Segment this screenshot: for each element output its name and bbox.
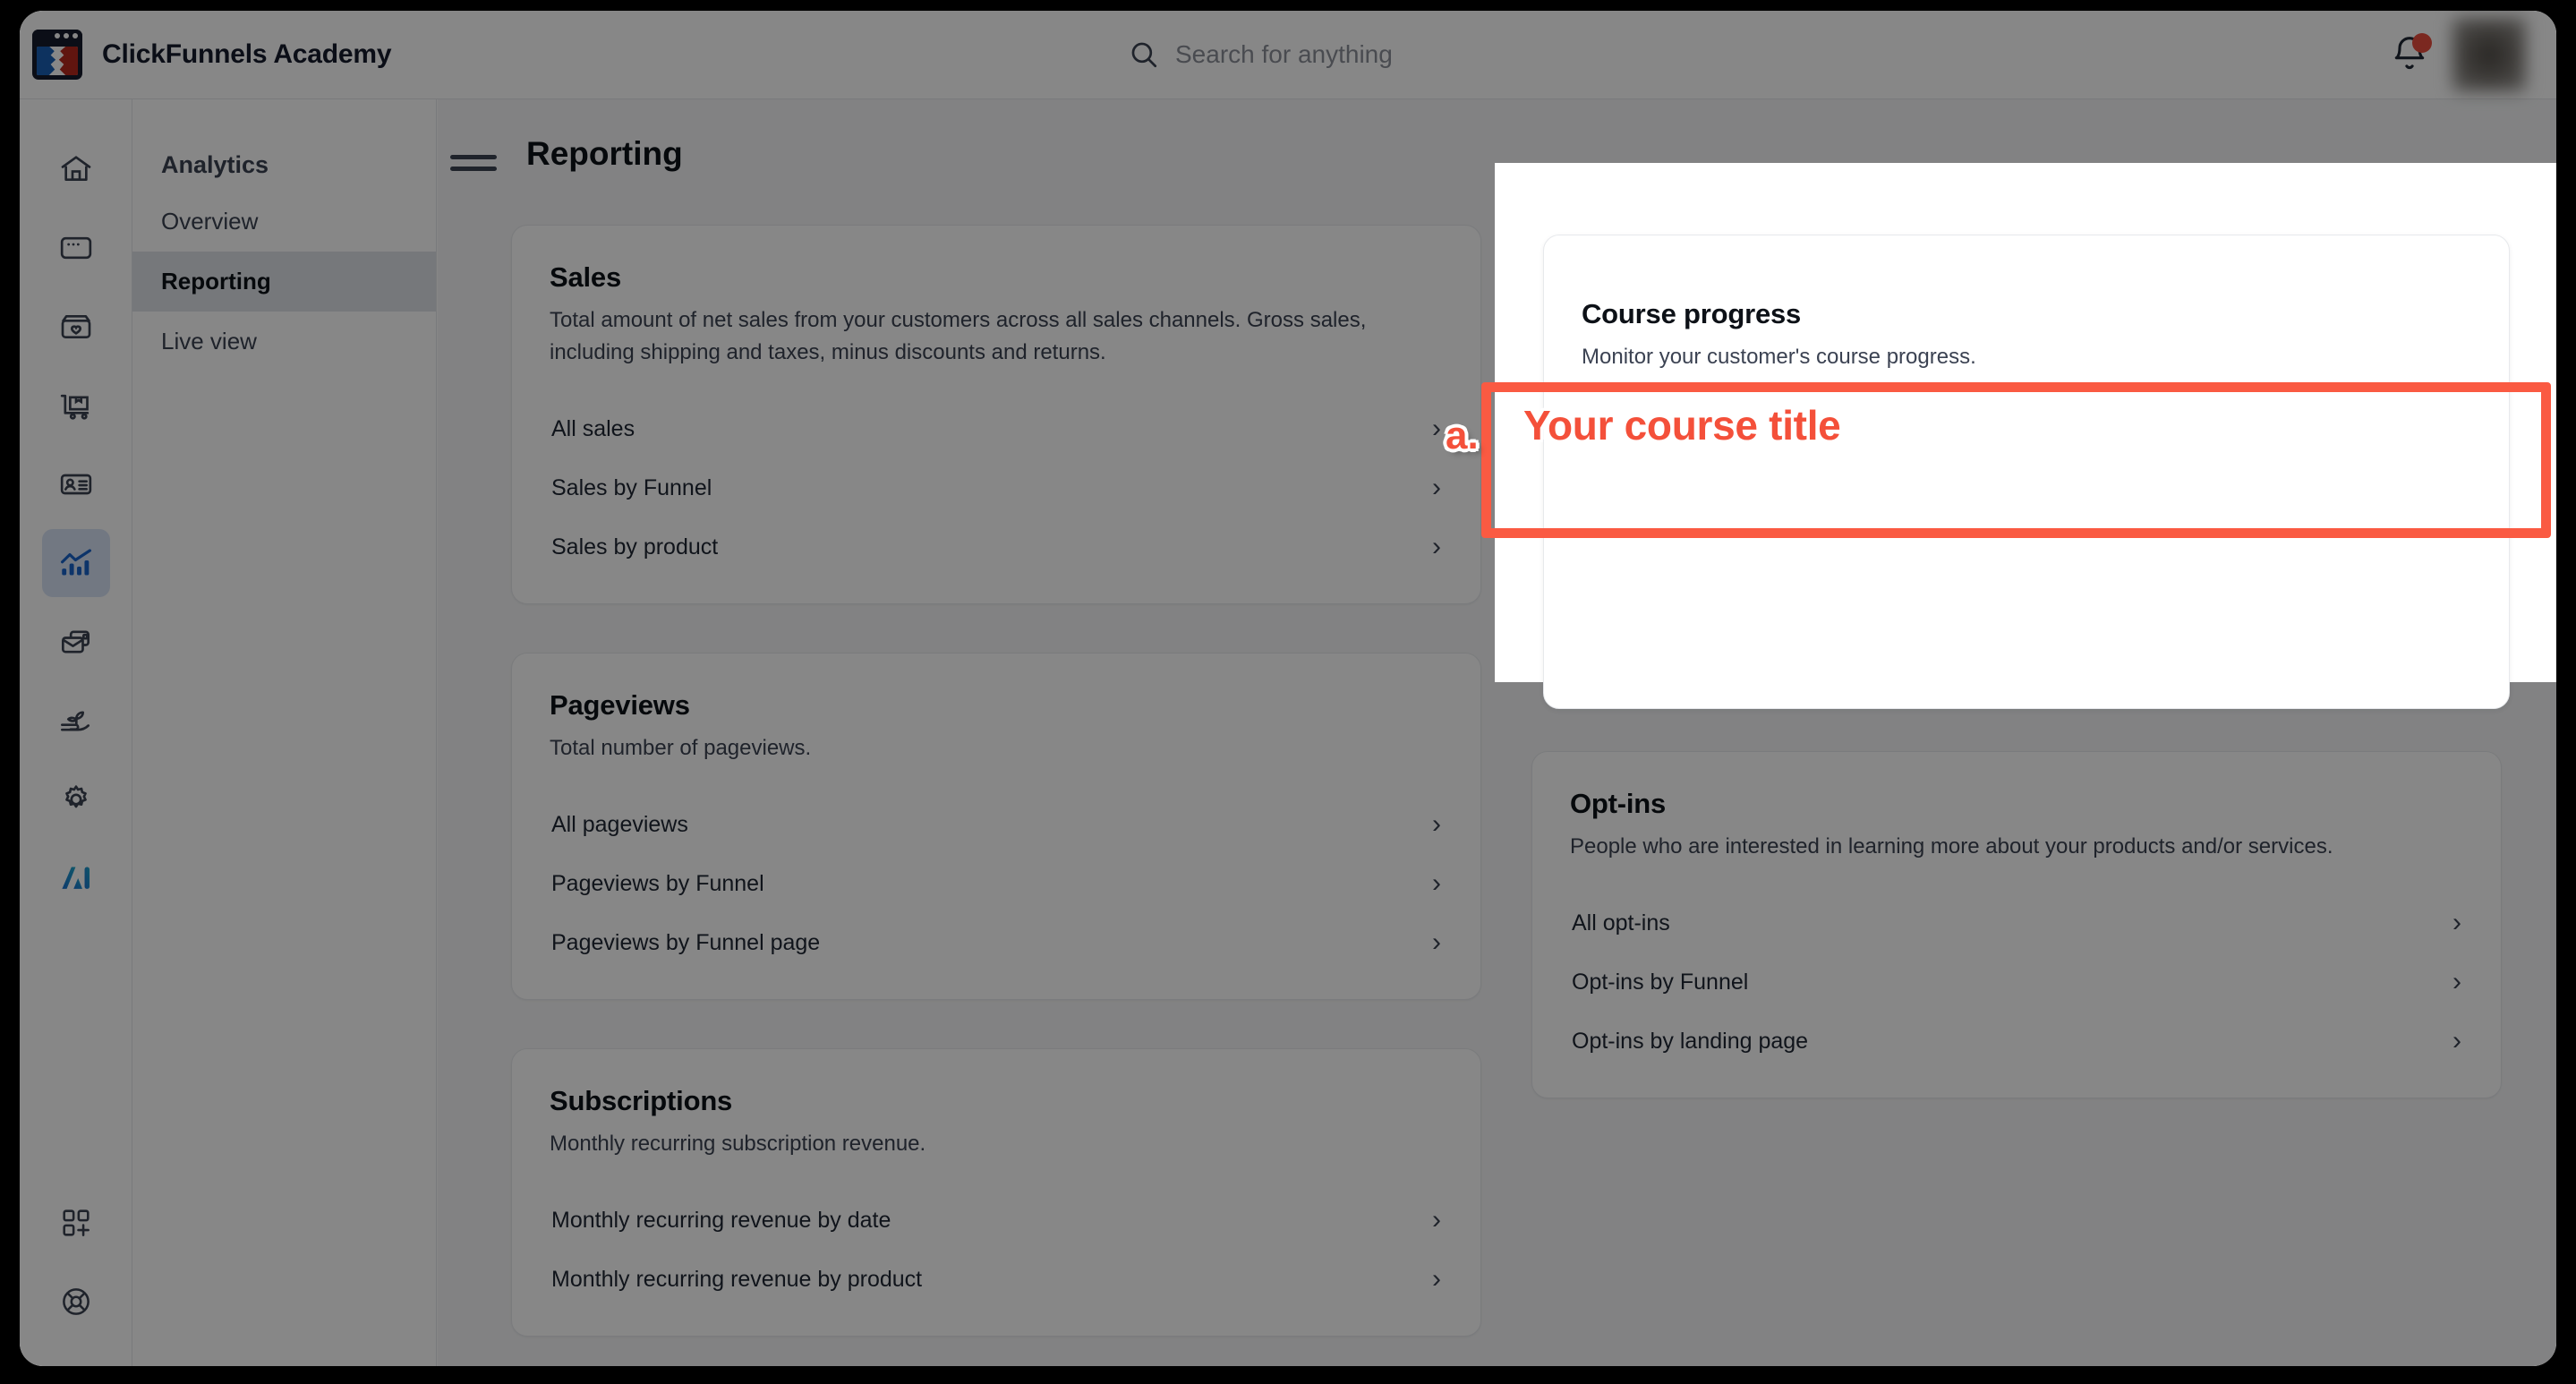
chevron-right-icon: › [2452,1026,2461,1055]
brand[interactable]: ClickFunnels Academy [20,30,422,80]
card-link-label: All pageviews [551,811,688,837]
ai-icon [61,867,90,889]
card-description: People who are interested in learning mo… [1570,834,2333,859]
card-link[interactable]: Opt-ins by Funnel › [1570,953,2463,1012]
chevron-right-icon: › [2452,967,2461,996]
card-title: Pageviews [550,689,690,721]
sidebar-item-contacts[interactable] [42,450,110,518]
card-link-label: Monthly recurring revenue by product [551,1266,923,1292]
card-link-label: Monthly recurring revenue by date [551,1207,891,1233]
notification-badge-dot [2412,33,2432,53]
card-link[interactable]: Monthly recurring revenue by date › [550,1191,1443,1250]
card-title: Opt-ins [1570,788,1667,819]
subnav-title: Analytics [161,151,269,178]
chevron-right-icon: › [1432,414,1441,443]
card-link-label: Pageviews by Funnel [551,870,764,896]
card-title: Course progress [1582,298,1802,329]
card-description: Total number of pageviews. [550,736,812,760]
card-pageviews: Pageviews Total number of pageviews. All… [511,653,1481,1000]
sidebar-item-ai[interactable] [42,844,110,912]
product-box-heart-icon [61,315,90,338]
sidebar-item-home[interactable] [42,135,110,203]
card-link[interactable]: Pageviews by Funnel page › [550,913,1443,972]
card-description: Total amount of net sales from your cust… [550,308,1367,364]
sidebar-item-orders[interactable] [42,372,110,440]
top-bar: ClickFunnels Academy Search for anything [20,11,2556,99]
card-link[interactable]: Opt-ins by landing page › [1570,1012,2463,1071]
sidebar-item-growth[interactable] [42,687,110,755]
annotation-text-label: Your course title [1523,402,1841,449]
card-link-label: Pageviews by Funnel page [551,929,821,955]
card-course-progress: Course progress Monitor your customer's … [1543,235,2510,709]
card-link-label: All sales [551,415,635,441]
card-link[interactable]: Sales by product › [550,517,1443,577]
page-title: Reporting [526,135,683,172]
card-column-left: Sales Total amount of net sales from you… [511,225,1481,1337]
sidebar-item-funnels[interactable] [42,214,110,282]
mail-card-icon [61,630,90,654]
sidebar-item-analytics[interactable] [41,529,110,597]
lifebuoy-help-icon [62,1288,90,1315]
screenshot-frame: ClickFunnels Academy Search for anything [0,0,2576,1384]
chevron-right-icon: › [1432,532,1441,561]
annotation-letter-label: a. [1446,414,1479,457]
sidebar-item-reporting[interactable]: Reporting [132,252,436,312]
card-description: Monitor your customer's course progress. [1582,345,1976,369]
chevron-right-icon: › [1432,809,1441,839]
delivery-cart-icon [60,394,89,420]
browser-window-icon [60,236,91,260]
sidebar-item-overview[interactable]: Overview [132,192,436,252]
secondary-nav: Analytics Overview Reporting Live view [132,99,437,1366]
primary-icon-rail [20,99,132,1366]
card-link-label: Sales by Funnel [551,474,712,500]
sidebar-item-settings[interactable] [42,765,110,833]
chevron-right-icon: › [1432,1264,1441,1294]
sidebar-item-marketing[interactable] [42,608,110,676]
card-link[interactable]: All opt-ins › [1570,893,2463,953]
card-link[interactable]: All pageviews › [550,795,1443,854]
home-icon [61,156,90,181]
application-window: ClickFunnels Academy Search for anything [20,11,2556,1366]
apps-plus-icon [62,1209,90,1236]
hamburger-menu-icon[interactable] [450,155,497,171]
card-optins: Opt-ins People who are interested in lea… [1531,751,2502,1098]
card-link-label: Opt-ins by landing page [1572,1028,1809,1054]
card-subscriptions: Subscriptions Monthly recurring subscrip… [511,1048,1481,1337]
chevron-right-icon: › [1432,927,1441,957]
clickfunnels-logo-icon [32,30,82,80]
chevron-right-icon: › [1432,1205,1441,1234]
card-title: Subscriptions [550,1085,733,1116]
plant-in-hand-icon [60,711,90,731]
top-bar-right [2390,18,2556,91]
chevron-right-icon: › [1432,868,1441,898]
sidebar-item-live-view[interactable]: Live view [132,312,436,372]
chevron-right-icon: › [2452,908,2461,937]
card-sales: Sales Total amount of net sales from you… [511,225,1481,604]
sidebar-item-apps[interactable] [42,1189,110,1257]
card-title: Sales [550,261,622,293]
card-link[interactable]: Sales by Funnel › [550,458,1443,517]
gear-icon [64,785,87,808]
search-input[interactable]: Search for anything [1129,39,1684,70]
card-link-label: Sales by product [551,534,719,560]
search-placeholder: Search for anything [1175,40,1393,68]
chevron-right-icon: › [1432,473,1441,502]
card-link[interactable]: All sales › [550,399,1443,458]
card-link[interactable]: Pageviews by Funnel › [550,854,1443,913]
notifications-button[interactable] [2390,33,2432,74]
sidebar-item-products[interactable] [42,293,110,361]
avatar[interactable] [2452,18,2526,91]
search-icon [1131,42,1157,68]
card-link-label: Opt-ins by Funnel [1572,969,1749,995]
card-description: Monthly recurring subscription revenue. [550,1132,926,1156]
brand-title: ClickFunnels Academy [102,39,392,69]
search-area: Search for anything [422,39,2390,70]
sidebar-item-help[interactable] [42,1268,110,1336]
card-link[interactable]: Monthly recurring revenue by product › [550,1250,1443,1309]
page-header: Reporting [438,99,2556,173]
analytics-bar-chart-icon [60,549,91,576]
card-link-label: All opt-ins [1572,910,1670,935]
contact-card-icon [60,474,91,495]
